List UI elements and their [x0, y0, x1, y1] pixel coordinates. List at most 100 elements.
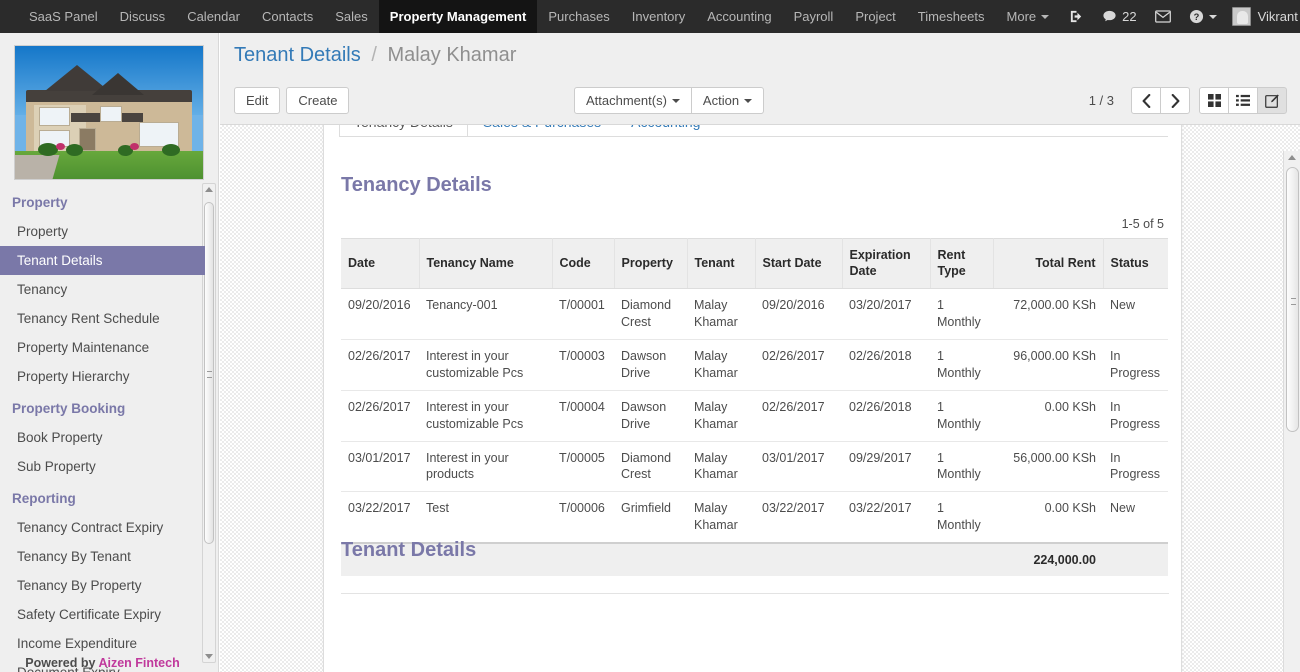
systray: 22 ? Vikrant Devgun [1060, 0, 1300, 33]
sidebar-item-tenancy[interactable]: Tenancy [0, 275, 205, 304]
sidebar-item-property[interactable]: Property [0, 217, 205, 246]
sidebar-item-sub-property[interactable]: Sub Property [0, 452, 205, 481]
nav-item-contacts[interactable]: Contacts [251, 0, 324, 33]
cell-tenant: Malay Khamar [687, 491, 755, 544]
breadcrumb-separator: / [371, 44, 377, 66]
cell-status: In Progress [1103, 390, 1168, 442]
nav-item-accounting[interactable]: Accounting [696, 0, 782, 33]
column-header-total-rent[interactable]: Total Rent [993, 237, 1104, 290]
cell-expiration-date: 02/26/2018 [842, 390, 930, 442]
nav-item-payroll[interactable]: Payroll [783, 0, 845, 33]
nav-item-more[interactable]: More [996, 0, 1061, 33]
column-header-code[interactable]: Code [552, 237, 615, 290]
nav-item-property-management[interactable]: Property Management [378, 0, 538, 33]
cell-total-rent: 0.00 KSh [993, 390, 1103, 442]
sidebar-item-income-expenditure[interactable]: Income Expenditure [0, 629, 205, 658]
column-header-start-date[interactable]: Start Date [755, 237, 843, 290]
cell-code: T/00003 [552, 339, 614, 391]
column-header-date[interactable]: Date [341, 237, 420, 290]
sidebar-item-safety-certificate-expiry[interactable]: Safety Certificate Expiry [0, 600, 205, 629]
sidebar-item-tenant-details[interactable]: Tenant Details [0, 246, 205, 275]
tenancy-details-table: Date Tenancy Name Code Property Tenant S… [341, 237, 1168, 576]
nav-item-sales[interactable]: Sales [324, 0, 379, 33]
sidebar-item-tenancy-contract-expiry[interactable]: Tenancy Contract Expiry [0, 513, 205, 542]
cell-date: 02/26/2017 [341, 339, 419, 391]
page-scroll-thumb[interactable] [1286, 167, 1299, 432]
question-circle-icon[interactable]: ? [1180, 0, 1226, 33]
next-record-button[interactable] [1160, 87, 1190, 114]
tenant-details-heading: Tenant Details [341, 539, 477, 561]
scroll-down-icon[interactable] [205, 654, 213, 659]
form-view-button[interactable] [1257, 87, 1287, 114]
nav-item-inventory[interactable]: Inventory [621, 0, 696, 33]
scroll-up-icon[interactable] [205, 187, 213, 192]
cell-tenant: Malay Khamar [687, 288, 755, 340]
cell-start-date: 02/26/2017 [755, 339, 842, 391]
table-row[interactable]: 03/22/2017 Test T/00006 Grimfield Malay … [341, 491, 1168, 544]
table-row[interactable]: 02/26/2017 Interest in your customizable… [341, 339, 1168, 391]
nav-label: Payroll [793, 9, 834, 24]
column-header-status[interactable]: Status [1103, 237, 1168, 290]
column-header-expiration-date[interactable]: Expiration Date [842, 237, 931, 290]
previous-record-button[interactable] [1131, 87, 1161, 114]
nav-item-discuss[interactable]: Discuss [109, 0, 177, 33]
cell-tenancy-name: Interest in your customizable Pcs [419, 339, 552, 391]
nav-label: Accounting [707, 9, 772, 24]
sidebar-item-book-property[interactable]: Book Property [0, 423, 205, 452]
column-header-tenant[interactable]: Tenant [687, 237, 756, 290]
edit-button[interactable]: Edit [234, 87, 281, 114]
table-row[interactable]: 03/01/2017 Interest in your products T/0… [341, 441, 1168, 493]
sidebar-item-property-hierarchy[interactable]: Property Hierarchy [0, 362, 205, 391]
page-scrollbar[interactable] [1283, 151, 1300, 672]
chevron-right-icon [1171, 93, 1179, 108]
envelope-icon[interactable] [1146, 0, 1180, 33]
cell-expiration-date: 03/20/2017 [842, 288, 930, 340]
kanban-view-button[interactable] [1199, 87, 1229, 114]
sidebar-item-property-maintenance[interactable]: Property Maintenance [0, 333, 205, 362]
sign-in-icon[interactable] [1060, 0, 1093, 33]
cell-property: Diamond Crest [614, 288, 687, 340]
action-dropdown[interactable]: Action [690, 87, 765, 114]
breadcrumb-current: Malay Khamar [387, 44, 517, 66]
sidebar-section-property: Property [12, 195, 68, 210]
table-row[interactable]: 02/26/2017 Interest in your customizable… [341, 390, 1168, 442]
scroll-up-icon[interactable] [1288, 155, 1296, 160]
cell-status: New [1103, 288, 1168, 340]
sidebar-item-tenancy-rent-schedule[interactable]: Tenancy Rent Schedule [0, 304, 205, 333]
nav-item-timesheets[interactable]: Timesheets [907, 0, 996, 33]
section-divider [341, 593, 1169, 594]
cell-rent-type: 1 Monthly [930, 441, 993, 493]
brand-name[interactable]: Aizen Fintech [98, 656, 179, 670]
tab-accounting[interactable]: Accounting [616, 125, 715, 136]
create-button[interactable]: Create [286, 87, 350, 114]
cell-date: 09/20/2016 [341, 288, 419, 340]
cell-expiration-date: 02/26/2018 [842, 339, 930, 391]
tab-tenancy-details[interactable]: Tenancy Details [339, 125, 468, 136]
attachments-dropdown[interactable]: Attachment(s) [574, 87, 692, 114]
content-backdrop: Tenancy Details Sales & Purchases Accoun… [220, 125, 1300, 672]
table-body: 09/20/2016 Tenancy-001 T/00001 Diamond C… [341, 288, 1168, 544]
nav-item-project[interactable]: Project [844, 0, 906, 33]
sidebar-action-buttons: Attachment(s) Action [574, 87, 765, 114]
cell-total-rent: 96,000.00 KSh [993, 339, 1103, 391]
nav-label: Inventory [631, 9, 686, 24]
nav-item-purchases[interactable]: Purchases [537, 0, 620, 33]
sidebar-scroll-thumb[interactable] [204, 202, 214, 544]
sidebar-item-tenancy-by-property[interactable]: Tenancy By Property [0, 571, 205, 600]
nav-label: Project [855, 9, 896, 24]
table-row[interactable]: 09/20/2016 Tenancy-001 T/00001 Diamond C… [341, 288, 1168, 340]
column-header-rent-type[interactable]: Rent Type [930, 237, 994, 290]
sidebar-item-tenancy-by-tenant[interactable]: Tenancy By Tenant [0, 542, 205, 571]
nav-item-saas-panel[interactable]: SaaS Panel [18, 0, 109, 33]
chat-bubble-icon[interactable]: 22 [1093, 0, 1145, 33]
action-label: Action [702, 93, 740, 108]
record-buttons: Edit Create [234, 87, 350, 114]
nav-item-calendar[interactable]: Calendar [176, 0, 251, 33]
list-view-button[interactable] [1228, 87, 1258, 114]
column-header-tenancy-name[interactable]: Tenancy Name [419, 237, 553, 290]
breadcrumb-root[interactable]: Tenant Details [234, 44, 361, 66]
tab-sales-purchases[interactable]: Sales & Purchases [468, 125, 616, 136]
user-menu[interactable]: Vikrant Devgun [1226, 7, 1300, 26]
nav-label: More [1006, 9, 1037, 24]
column-header-property[interactable]: Property [614, 237, 688, 290]
